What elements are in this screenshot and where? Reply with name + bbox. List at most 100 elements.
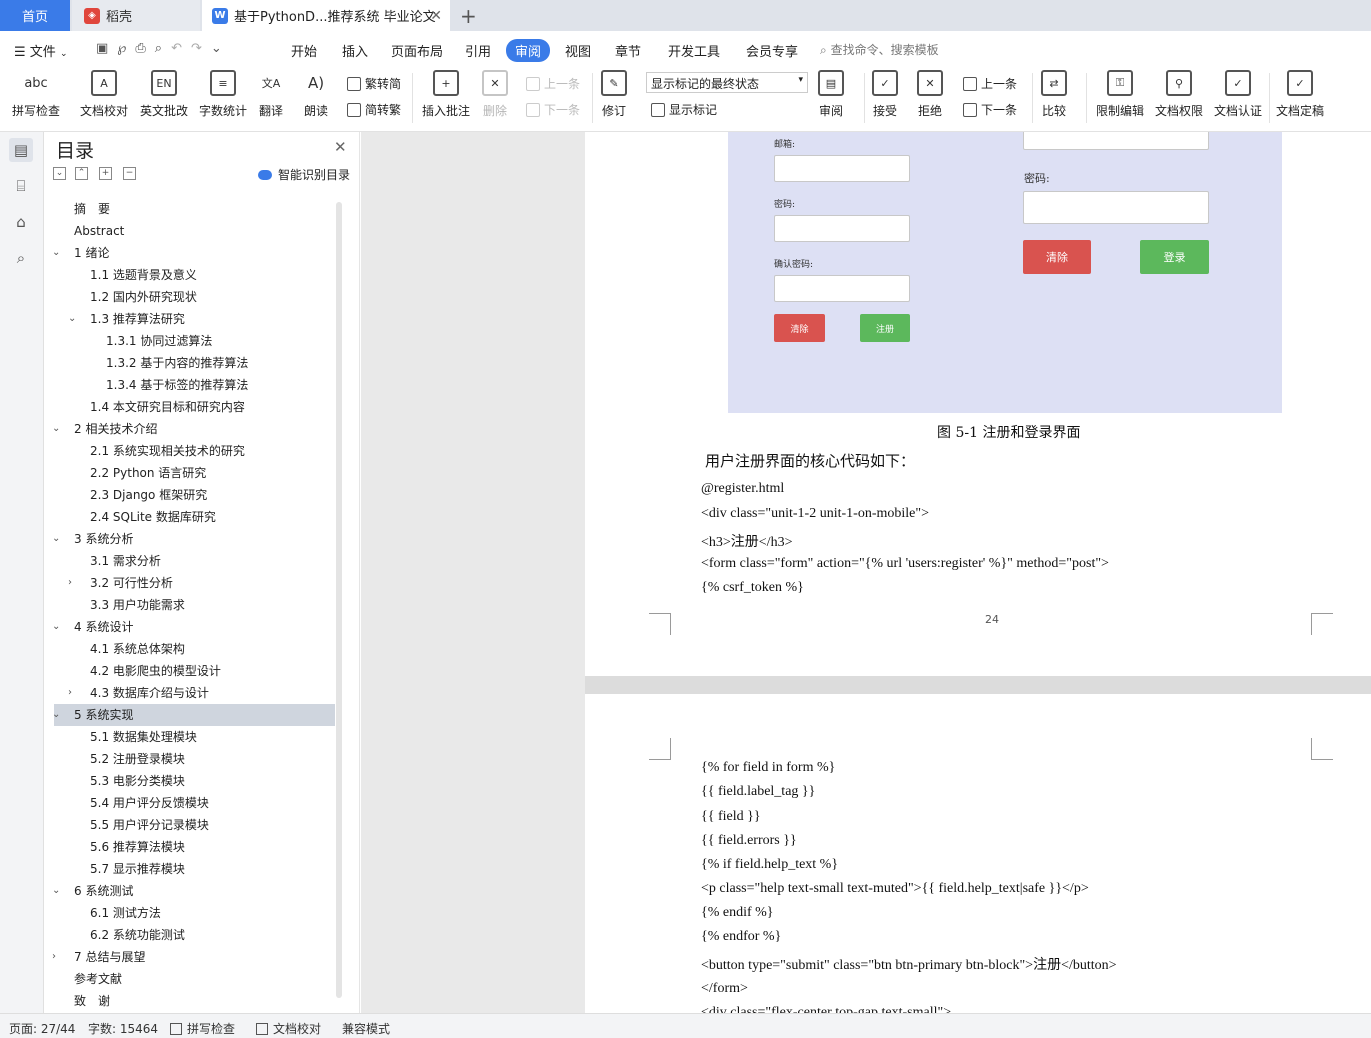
menu-review[interactable]: 审阅 bbox=[506, 39, 551, 62]
prev-comment-button[interactable]: 上一条 bbox=[526, 75, 580, 92]
toc-item[interactable]: › 7 总结与展望 bbox=[52, 946, 335, 968]
file-menu[interactable]: ☰ 文件 ⌄ bbox=[14, 41, 68, 60]
document-canvas[interactable]: 邮箱: 密码: 确认密码: 清除 注册 密码: 清除 登录 图 5-1 注册和登… bbox=[361, 132, 1371, 1013]
toc-item[interactable]: 2.3 Django 框架研究 bbox=[54, 484, 335, 506]
toc-scrollbar[interactable] bbox=[336, 202, 342, 998]
delete-comment-button[interactable]: ✕ 删除 bbox=[482, 70, 508, 119]
to-traditional-button[interactable]: 繁转简 bbox=[347, 75, 401, 92]
toc-item[interactable]: › 4.3 数据库介绍与设计 bbox=[54, 682, 335, 704]
chevron-right-icon[interactable]: › bbox=[52, 946, 56, 968]
toc-item[interactable]: 5.5 用户评分记录模块 bbox=[54, 814, 335, 836]
bookmark-icon[interactable]: ⌂ bbox=[9, 210, 33, 234]
toc-item[interactable]: 2.4 SQLite 数据库研究 bbox=[54, 506, 335, 528]
review-pane-button[interactable]: ▤ 审阅 bbox=[818, 70, 844, 119]
insert-comment-button[interactable]: + 插入批注 bbox=[422, 70, 470, 119]
menu-view[interactable]: 视图 bbox=[565, 41, 591, 60]
to-simplified-button[interactable]: 简转繁 bbox=[347, 101, 401, 118]
next-change-button[interactable]: 下一条 bbox=[963, 101, 1017, 118]
collapse-all-icon[interactable]: ⌄ bbox=[53, 167, 66, 180]
chevron-right-icon[interactable]: › bbox=[68, 572, 72, 594]
toc-item[interactable]: ⌄ 3 系统分析 bbox=[52, 528, 335, 550]
menu-references[interactable]: 引用 bbox=[465, 41, 491, 60]
print-icon[interactable]: ⎙ bbox=[135, 41, 154, 56]
page-indicator[interactable]: 页面: 27/44 bbox=[9, 1020, 75, 1037]
toc-item[interactable]: 3.3 用户功能需求 bbox=[54, 594, 335, 616]
doc-finalize-button[interactable]: ✓ 文档定稿 bbox=[1276, 70, 1324, 119]
toc-item[interactable]: 5.3 电影分类模块 bbox=[54, 770, 335, 792]
toc-item[interactable]: 2.1 系统实现相关技术的研究 bbox=[54, 440, 335, 462]
undo-icon[interactable]: ↶ bbox=[171, 41, 191, 56]
outline-icon[interactable]: ⌸ bbox=[9, 174, 33, 198]
toc-item[interactable]: 参考文献 bbox=[54, 968, 335, 990]
markup-state-select[interactable]: 显示标记的最终状态 ▾ bbox=[646, 72, 808, 93]
expand-up-icon[interactable]: ⌃ bbox=[75, 167, 88, 180]
format-painter-icon[interactable]: ℘ bbox=[117, 41, 135, 56]
spell-check-button[interactable]: abc 拼写检查 bbox=[12, 70, 60, 119]
toc-item[interactable]: 5.7 显示推荐模块 bbox=[54, 858, 335, 880]
chevron-right-icon[interactable]: › bbox=[68, 682, 72, 704]
tab-daoke[interactable]: ◈ 稻壳 bbox=[72, 0, 200, 31]
toc-item[interactable]: 6.2 系统功能测试 bbox=[54, 924, 335, 946]
toc-item[interactable]: 6.1 测试方法 bbox=[54, 902, 335, 924]
toc-item[interactable]: ⌄ 2 相关技术介绍 bbox=[52, 418, 335, 440]
word-count-indicator[interactable]: 字数: 15464 bbox=[88, 1020, 158, 1037]
remove-item-icon[interactable]: − bbox=[123, 167, 136, 180]
toc-item[interactable]: ⌄ 1 绪论 bbox=[52, 242, 335, 264]
toc-item[interactable]: Abstract bbox=[54, 220, 335, 242]
accept-button[interactable]: ✓ 接受 bbox=[872, 70, 898, 119]
print-preview-icon[interactable]: ⌕ bbox=[155, 41, 171, 56]
word-count-button[interactable]: ≡ 字数统计 bbox=[199, 70, 247, 119]
chevron-down-icon[interactable]: ⌄ bbox=[52, 616, 60, 638]
toc-item[interactable]: ⌄ 1.3 推荐算法研究 bbox=[54, 308, 335, 330]
toc-item[interactable]: 致 谢 bbox=[54, 990, 335, 1012]
toc-item[interactable]: 5.2 注册登录模块 bbox=[54, 748, 335, 770]
command-search[interactable]: ⌕ 查找命令、搜索模板 bbox=[820, 41, 939, 58]
compare-button[interactable]: ⇄ 比较 bbox=[1041, 70, 1067, 119]
add-item-icon[interactable]: + bbox=[99, 167, 112, 180]
tab-home[interactable]: 首页 bbox=[0, 0, 70, 31]
toc-item[interactable]: 1.3.1 协同过滤算法 bbox=[54, 330, 335, 352]
new-tab-icon[interactable]: + bbox=[460, 4, 477, 28]
chevron-down-icon[interactable]: ⌄ bbox=[68, 308, 76, 330]
chevron-down-icon[interactable]: ⌄ bbox=[52, 880, 60, 902]
menu-start[interactable]: 开始 bbox=[291, 41, 317, 60]
toc-item[interactable]: 1.1 选题背景及意义 bbox=[54, 264, 335, 286]
toc-item[interactable]: 1.4 本文研究目标和研究内容 bbox=[54, 396, 335, 418]
english-review-button[interactable]: EN 英文批改 bbox=[140, 70, 188, 119]
toc-item[interactable]: ⌄ 6 系统测试 bbox=[52, 880, 335, 902]
restrict-edit-button[interactable]: ⚿ 限制编辑 bbox=[1096, 70, 1144, 119]
translate-button[interactable]: 文A 翻译 bbox=[258, 70, 284, 119]
revise-button[interactable]: ✎ 修订 bbox=[601, 70, 627, 119]
toc-item[interactable]: 5.6 推荐算法模块 bbox=[54, 836, 335, 858]
doc-certify-button[interactable]: ✓ 文档认证 bbox=[1214, 70, 1262, 119]
smart-detect-toc-button[interactable]: 智能识别目录 bbox=[258, 166, 350, 183]
spell-check-status[interactable]: 拼写检查 bbox=[170, 1020, 235, 1037]
toc-item[interactable]: 4.1 系统总体架构 bbox=[54, 638, 335, 660]
save-icon[interactable]: ▣ bbox=[96, 41, 117, 56]
menu-developer[interactable]: 开发工具 bbox=[668, 41, 720, 60]
toc-item[interactable]: 1.3.4 基于标签的推荐算法 bbox=[54, 374, 335, 396]
read-aloud-button[interactable]: A) 朗读 bbox=[303, 70, 329, 119]
menu-chapter[interactable]: 章节 bbox=[615, 41, 641, 60]
toc-item[interactable]: › 3.2 可行性分析 bbox=[54, 572, 335, 594]
reject-button[interactable]: ✕ 拒绝 bbox=[917, 70, 943, 119]
doc-proof-button[interactable]: A 文档校对 bbox=[80, 70, 128, 119]
next-comment-button[interactable]: 下一条 bbox=[526, 101, 580, 118]
tab-document[interactable]: W 基于PythonD...推荐系统 毕业论文 ✕ bbox=[202, 0, 450, 31]
doc-permission-button[interactable]: ⚲ 文档权限 bbox=[1155, 70, 1203, 119]
show-markup-button[interactable]: 显示标记 bbox=[651, 101, 717, 118]
chevron-down-icon[interactable]: ⌄ bbox=[52, 528, 60, 550]
close-icon[interactable]: ✕ bbox=[334, 138, 347, 156]
toc-item[interactable]: 5.4 用户评分反馈模块 bbox=[54, 792, 335, 814]
menu-page-layout[interactable]: 页面布局 bbox=[391, 41, 443, 60]
toc-panel-icon[interactable]: ▤ bbox=[9, 138, 33, 162]
customize-icon[interactable]: ⌄ bbox=[211, 41, 231, 56]
chevron-down-icon[interactable]: ⌄ bbox=[52, 242, 60, 264]
toc-item[interactable]: 2.2 Python 语言研究 bbox=[54, 462, 335, 484]
toc-item[interactable]: 5.1 数据集处理模块 bbox=[54, 726, 335, 748]
doc-proof-status[interactable]: 文档校对 bbox=[256, 1020, 321, 1037]
toc-item[interactable]: ⌄ 4 系统设计 bbox=[52, 616, 335, 638]
chevron-down-icon[interactable]: ⌄ bbox=[52, 704, 60, 726]
menu-insert[interactable]: 插入 bbox=[342, 41, 368, 60]
prev-change-button[interactable]: 上一条 bbox=[963, 75, 1017, 92]
